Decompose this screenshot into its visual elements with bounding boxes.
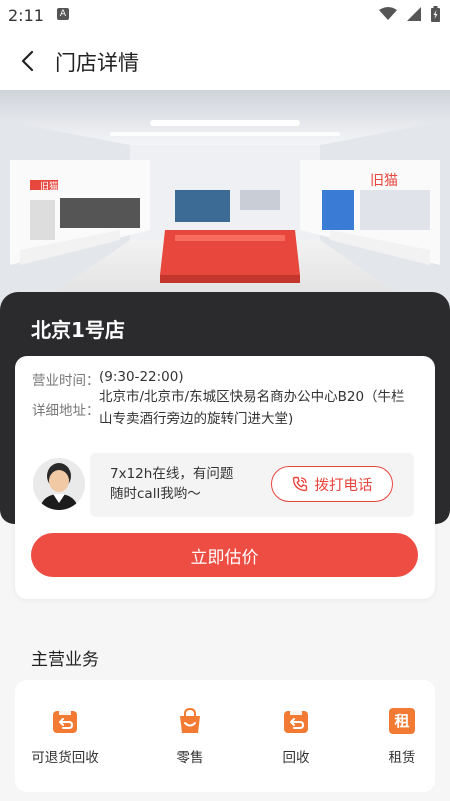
address-value: 北京市/北京市/东城区快易名商办公中心B20（牛栏山专卖酒行旁边的旋转门进大堂) xyxy=(99,389,405,427)
status-bar: 2:11 A xyxy=(0,0,450,32)
back-arrow-icon xyxy=(21,50,34,72)
back-button[interactable] xyxy=(10,44,44,78)
store-sign-left: 旧猫 xyxy=(40,180,58,192)
status-time: 2:11 xyxy=(8,6,44,25)
page-title: 门店详情 xyxy=(55,51,139,75)
phone-icon xyxy=(292,476,307,492)
business-item-rent[interactable]: 租 租赁 xyxy=(357,680,447,792)
business-item-label: 可退货回收 xyxy=(31,750,99,766)
business-card: 可退货回收 零售 回收 租 租赁 xyxy=(15,680,435,792)
hours-value: (9:30-22:00) xyxy=(99,369,184,385)
battery-icon xyxy=(431,6,440,22)
notification-app-icon: A xyxy=(57,8,69,20)
business-item-label: 零售 xyxy=(176,750,204,766)
contact-line-1: 7x12h在线，有问题 xyxy=(110,466,234,482)
recycle-box-icon xyxy=(284,711,308,733)
call-button-label: 拨打电话 xyxy=(314,477,373,494)
store-sign-right: 旧猫 xyxy=(370,173,398,189)
signal-icon xyxy=(407,7,421,21)
status-icons xyxy=(379,6,440,22)
rent-icon: 租 xyxy=(389,708,415,734)
call-button[interactable]: 拨打电话 xyxy=(271,466,393,502)
return-box-icon xyxy=(53,711,77,733)
business-item-label: 租赁 xyxy=(388,750,416,766)
store-name: 北京1号店 xyxy=(31,318,125,342)
hours-label: 营业时间： xyxy=(32,373,100,389)
page-header: 门店详情 xyxy=(0,32,450,90)
business-item-label: 回收 xyxy=(282,750,310,766)
estimate-now-button[interactable]: 立即估价 xyxy=(31,533,418,577)
contact-message: 7x12h在线，有问题 随时call我哟～ xyxy=(110,464,233,504)
rent-icon-glyph: 租 xyxy=(394,712,410,730)
address-label: 详细地址： xyxy=(32,403,100,419)
business-item-retail[interactable]: 零售 xyxy=(145,680,235,792)
avatar xyxy=(33,458,85,510)
store-info-card: 营业时间： (9:30-22:00) 详细地址： 北京市/北京市/东城区快易名商… xyxy=(15,356,435,599)
business-item-recycle[interactable]: 回收 xyxy=(251,680,341,792)
contact-line-2: 随时call我哟～ xyxy=(110,486,201,502)
staff-avatar-icon xyxy=(33,458,85,510)
shopping-bag-icon xyxy=(180,708,200,733)
wifi-icon xyxy=(379,7,397,20)
business-item-returnable-recycle[interactable]: 可退货回收 xyxy=(20,680,110,792)
business-section-title: 主营业务 xyxy=(31,650,99,670)
